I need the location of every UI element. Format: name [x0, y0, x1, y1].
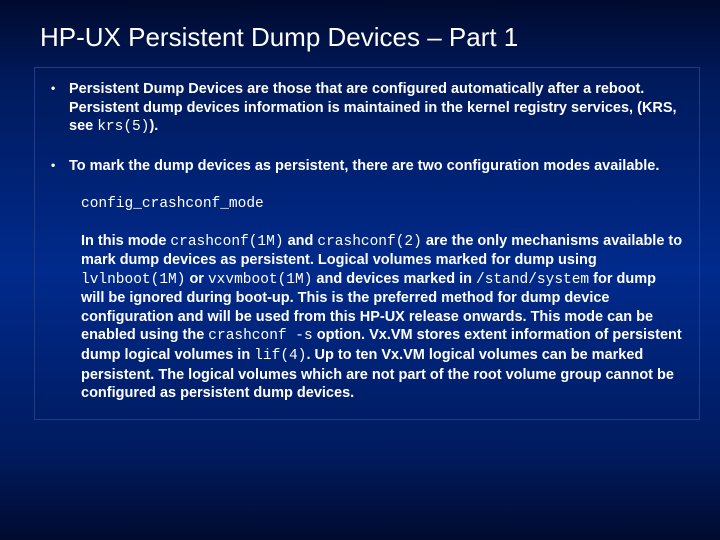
inline-code: vxvmboot(1M) — [208, 272, 312, 288]
sub-content: config_crashconf_mode In this mode crash… — [47, 195, 683, 402]
bullet-text: To mark the dump devices as persistent, … — [69, 158, 659, 174]
text-run: or — [185, 271, 208, 287]
bullet-item: To mark the dump devices as persistent, … — [47, 157, 683, 176]
mode-label: config_crashconf_mode — [81, 195, 683, 214]
paragraph: In this mode crashconf(1M) and crashconf… — [81, 232, 683, 403]
inline-code: lvlnboot(1M) — [81, 272, 185, 288]
bullet-text: Persistent Dump Devices are those that a… — [69, 81, 677, 134]
text-run: In this mode — [81, 233, 170, 249]
slide-title: HP-UX Persistent Dump Devices – Part 1 — [0, 0, 720, 65]
text-run: and — [284, 233, 318, 249]
inline-code: crashconf -s — [208, 328, 312, 344]
inline-code: krs(5) — [97, 119, 149, 135]
bullet-item: Persistent Dump Devices are those that a… — [47, 80, 683, 137]
text-run: and devices marked in — [312, 271, 476, 287]
inline-code: lif(4) — [254, 348, 306, 364]
slide: HP-UX Persistent Dump Devices – Part 1 P… — [0, 0, 720, 420]
text-run: . — [306, 347, 314, 363]
inline-code: crashconf(1M) — [170, 234, 283, 250]
inline-code: crashconf(2) — [317, 234, 421, 250]
inline-code: /stand/system — [476, 272, 589, 288]
slide-body: Persistent Dump Devices are those that a… — [34, 67, 700, 420]
bullet-text: ). — [149, 118, 158, 134]
bullet-list: Persistent Dump Devices are those that a… — [47, 80, 683, 175]
